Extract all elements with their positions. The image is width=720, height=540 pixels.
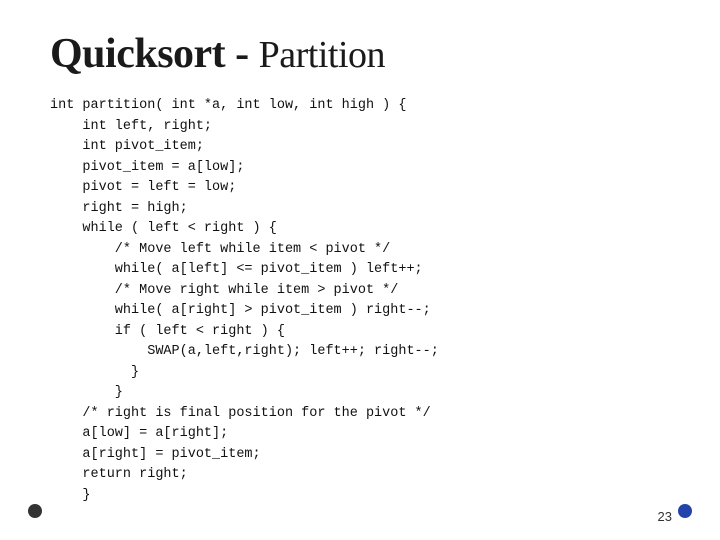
slide: Quicksort - Partition int partition( int… <box>0 0 720 540</box>
bullet-right-icon <box>678 504 692 518</box>
title-partition: Partition <box>259 34 385 76</box>
bullet-left-icon <box>28 504 42 518</box>
code-block: int partition( int *a, int low, int high… <box>50 96 670 506</box>
slide-title: Quicksort - Partition <box>50 30 670 78</box>
page-number: 23 <box>658 509 672 524</box>
title-quicksort: Quicksort - <box>50 31 259 77</box>
